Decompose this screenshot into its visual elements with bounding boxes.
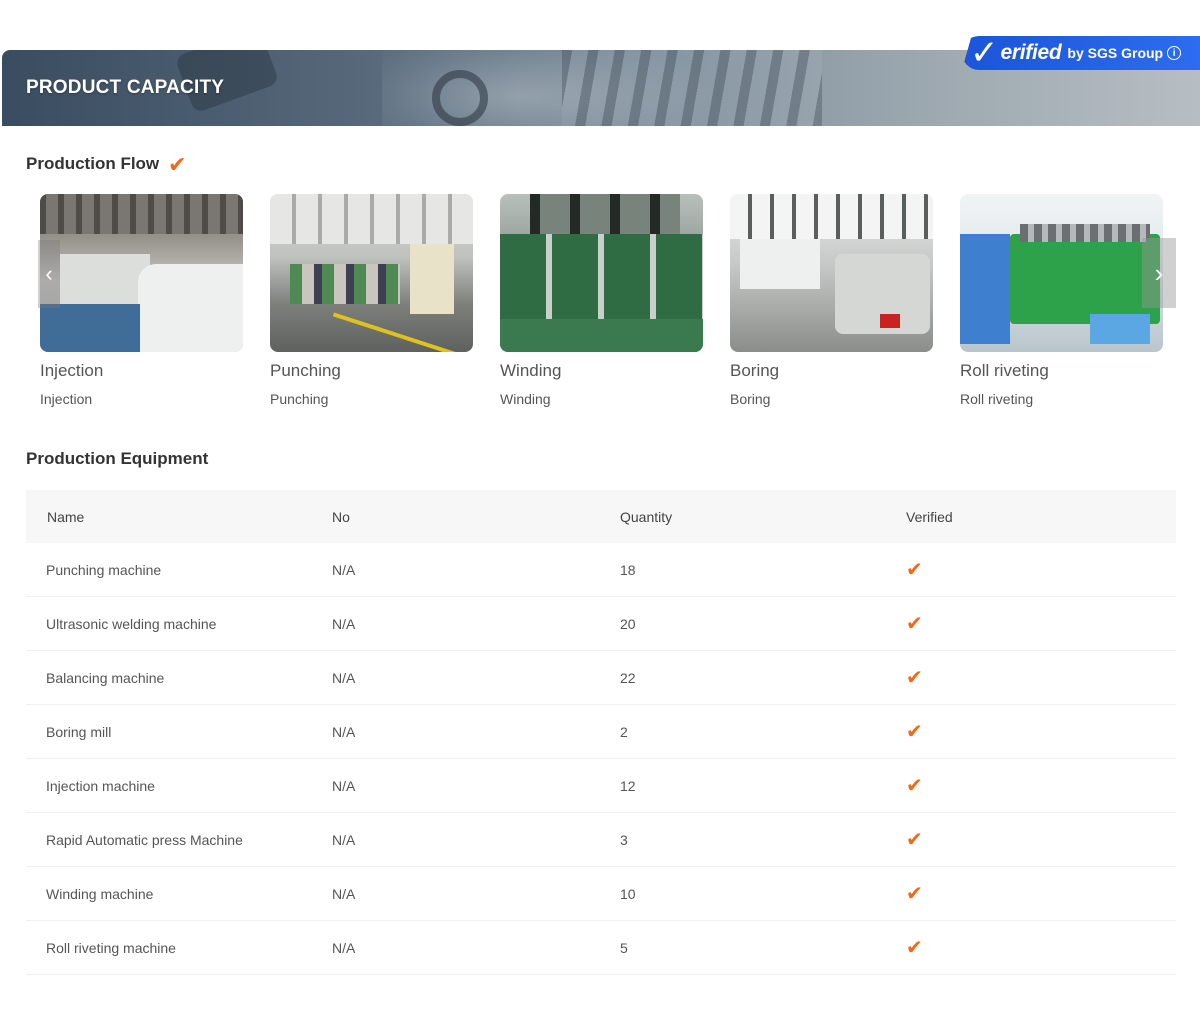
flow-card-label: Punching xyxy=(270,361,341,380)
equipment-table: Name No Quantity Verified Punching machi… xyxy=(26,490,1176,975)
verified-check-icon: ✓ xyxy=(970,34,999,72)
cell-quantity: 3 xyxy=(620,831,628,848)
carousel-prev-button[interactable]: ‹ xyxy=(38,240,60,308)
verified-by-text: by SGS Group xyxy=(1067,45,1164,61)
cell-no: N/A xyxy=(332,831,356,848)
verified-check-icon: ✔ xyxy=(906,666,923,689)
banner-photo-wheel xyxy=(432,70,488,126)
cell-name: Boring mill xyxy=(46,723,112,740)
verified-check-icon: ✔ xyxy=(168,152,187,177)
cell-name: Punching machine xyxy=(46,561,162,578)
cell-quantity: 22 xyxy=(620,669,636,686)
production-flow-carousel: Injection Injection Punching Punching Wi… xyxy=(40,194,1180,424)
cell-quantity: 2 xyxy=(620,723,628,740)
flow-card-injection[interactable]: Injection Injection xyxy=(40,194,243,407)
cell-quantity: 10 xyxy=(620,885,636,902)
flow-card-winding[interactable]: Winding Winding xyxy=(500,194,703,407)
flow-card-roll-riveting[interactable]: Roll riveting Roll riveting xyxy=(960,194,1163,407)
cell-no: N/A xyxy=(332,669,356,686)
cell-no: N/A xyxy=(332,939,356,956)
cell-name: Injection machine xyxy=(46,777,155,794)
flow-card-boring[interactable]: Boring Boring xyxy=(730,194,933,407)
table-row: Injection machine N/A 12 ✔ xyxy=(26,759,1176,813)
production-flow-title: Production Flow xyxy=(26,154,160,173)
chevron-left-icon: ‹ xyxy=(45,261,53,286)
verified-check-icon: ✔ xyxy=(906,774,923,797)
cell-quantity: 18 xyxy=(620,561,636,578)
cell-no: N/A xyxy=(332,723,356,740)
table-row: Rapid Automatic press Machine N/A 3 ✔ xyxy=(26,813,1176,867)
flow-card-sublabel: Roll riveting xyxy=(960,391,1034,407)
flow-card-sublabel: Boring xyxy=(730,391,771,407)
chevron-right-icon: › xyxy=(1154,257,1164,288)
verified-check-icon: ✔ xyxy=(906,558,923,581)
flow-photo-boring xyxy=(730,194,933,352)
cell-name: Rapid Automatic press Machine xyxy=(46,831,243,848)
cell-name: Roll riveting machine xyxy=(46,939,176,956)
header-quantity: Quantity xyxy=(620,508,673,525)
header-no: No xyxy=(332,508,350,525)
cell-quantity: 20 xyxy=(620,615,636,632)
header-verified: Verified xyxy=(906,508,953,525)
banner-photo-texture xyxy=(562,50,822,126)
verified-check-icon: ✔ xyxy=(906,936,923,959)
cell-no: N/A xyxy=(332,615,356,632)
cell-quantity: 12 xyxy=(620,777,636,794)
cell-name: Ultrasonic welding machine xyxy=(46,615,217,632)
table-row: Balancing machine N/A 22 ✔ xyxy=(26,651,1176,705)
table-row: Boring mill N/A 2 ✔ xyxy=(26,705,1176,759)
verified-check-icon: ✔ xyxy=(906,882,923,905)
flow-photo-roll-riveting xyxy=(960,194,1163,352)
table-row: Punching machine N/A 18 ✔ xyxy=(26,543,1176,597)
flow-photo-punching xyxy=(270,194,473,352)
banner-title: PRODUCT CAPACITY xyxy=(26,77,225,98)
flow-card-sublabel: Injection xyxy=(40,391,93,407)
verified-check-icon: ✔ xyxy=(906,828,923,851)
table-header: Name No Quantity Verified xyxy=(26,490,1176,543)
flow-card-label: Injection xyxy=(40,361,104,380)
verified-word: erified xyxy=(1000,41,1062,64)
table-row: Roll riveting machine N/A 5 ✔ xyxy=(26,921,1176,975)
flow-photo-winding xyxy=(500,194,703,352)
flow-card-sublabel: Punching xyxy=(270,391,329,407)
cell-name: Winding machine xyxy=(46,885,154,902)
verified-check-icon: ✔ xyxy=(906,612,923,635)
production-equipment-title: Production Equipment xyxy=(26,449,209,468)
flow-photo-injection xyxy=(40,194,243,352)
cell-no: N/A xyxy=(332,561,356,578)
table-row: Ultrasonic welding machine N/A 20 ✔ xyxy=(26,597,1176,651)
cell-no: N/A xyxy=(332,885,356,902)
flow-card-label: Winding xyxy=(500,361,562,380)
cell-name: Balancing machine xyxy=(46,669,165,686)
flow-card-label: Boring xyxy=(730,361,780,380)
verified-check-icon: ✔ xyxy=(906,720,923,743)
table-row: Winding machine N/A 10 ✔ xyxy=(26,867,1176,921)
info-icon[interactable]: i xyxy=(1167,46,1182,60)
carousel-next-button[interactable]: › xyxy=(1142,238,1176,308)
cell-no: N/A xyxy=(332,777,356,794)
flow-card-label: Roll riveting xyxy=(960,361,1049,380)
verified-sgs-badge[interactable]: ✓ erified by SGS Group i xyxy=(962,36,1200,70)
flow-card-punching[interactable]: Punching Punching xyxy=(270,194,473,407)
flow-card-sublabel: Winding xyxy=(500,391,551,407)
header-name: Name xyxy=(47,508,85,525)
cell-quantity: 5 xyxy=(620,939,628,956)
